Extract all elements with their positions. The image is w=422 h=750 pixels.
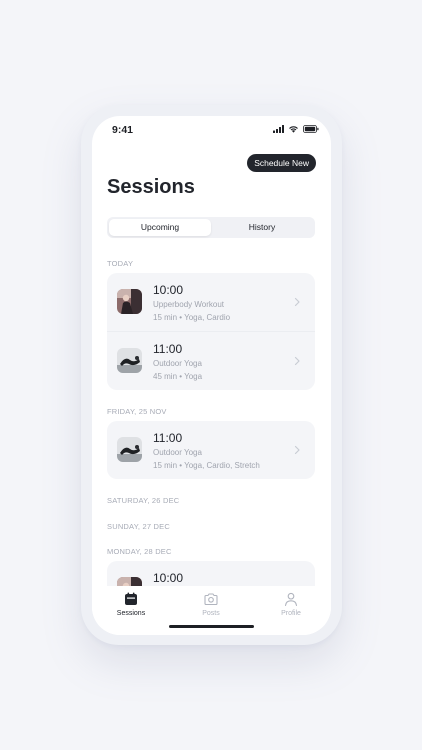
status-icons [273, 125, 319, 133]
session-meta: 15 min • Yoga, Cardio, Stretch [153, 461, 260, 470]
status-time: 9:41 [112, 124, 134, 136]
camera-icon [204, 593, 218, 606]
page-title: Sessions [107, 176, 195, 198]
session-time: 10:00 [153, 283, 184, 297]
yoga-thumbnail [117, 437, 142, 462]
session-meta: 15 min • Yoga, Cardio [153, 313, 231, 322]
session-title: Outdoor Yoga [153, 448, 202, 457]
wifi-icon [289, 126, 298, 133]
session-row[interactable]: 10:00 Upperbody Workout 15 min • Yoga, C… [107, 273, 315, 331]
yoga-thumbnail [117, 348, 142, 373]
schedule-new-button[interactable]: Schedule New [247, 154, 316, 172]
section-label-friday: FRIDAY, 25 NOV [107, 407, 167, 416]
tab-posts[interactable]: Posts [181, 591, 241, 617]
tab-upcoming[interactable]: Upcoming [109, 219, 211, 236]
calendar-icon [125, 592, 137, 605]
chevron-right-icon [294, 445, 300, 455]
session-time: 11:00 [153, 431, 183, 445]
session-filter-segmented-control: Upcoming History [107, 217, 315, 238]
section-label-sunday: SUNDAY, 27 DEC [107, 522, 170, 531]
tab-profile-label: Profile [281, 610, 301, 617]
section-label-saturday: SATURDAY, 26 DEC [107, 496, 180, 505]
tab-profile[interactable]: Profile [261, 591, 321, 617]
person-icon [284, 592, 298, 607]
session-row[interactable]: 11:00 Outdoor Yoga 15 min • Yoga, Cardio… [107, 421, 315, 479]
session-card-today: 10:00 Upperbody Workout 15 min • Yoga, C… [107, 273, 315, 390]
tab-sessions-label: Sessions [116, 610, 146, 617]
tab-sessions[interactable]: Sessions [101, 591, 161, 617]
chevron-right-icon [294, 356, 300, 366]
app-screen: 9:41 Schedule New Sessions Upcoming Hist… [92, 116, 331, 635]
session-title: Upperbody Workout [153, 300, 224, 309]
status-bar: 9:41 [92, 116, 331, 146]
chevron-right-icon [294, 297, 300, 307]
session-card-friday: 11:00 Outdoor Yoga 15 min • Yoga, Cardio… [107, 421, 315, 479]
tab-history[interactable]: History [211, 219, 313, 236]
session-meta: 45 min • Yoga [153, 372, 203, 381]
session-title: Outdoor Yoga [153, 359, 202, 368]
session-time: 11:00 [153, 342, 183, 356]
section-label-monday: MONDAY, 28 DEC [107, 547, 172, 556]
workout-thumbnail [117, 289, 142, 314]
session-row[interactable]: 11:00 Outdoor Yoga 45 min • Yoga [107, 332, 315, 390]
session-time: 10:00 [153, 571, 184, 585]
battery-icon [303, 125, 319, 133]
home-indicator [169, 625, 254, 628]
cellular-signal-icon [273, 125, 284, 133]
phone-frame: 9:41 Schedule New Sessions Upcoming Hist… [81, 105, 342, 645]
tab-posts-label: Posts [202, 610, 220, 617]
section-label-today: TODAY [107, 259, 134, 268]
